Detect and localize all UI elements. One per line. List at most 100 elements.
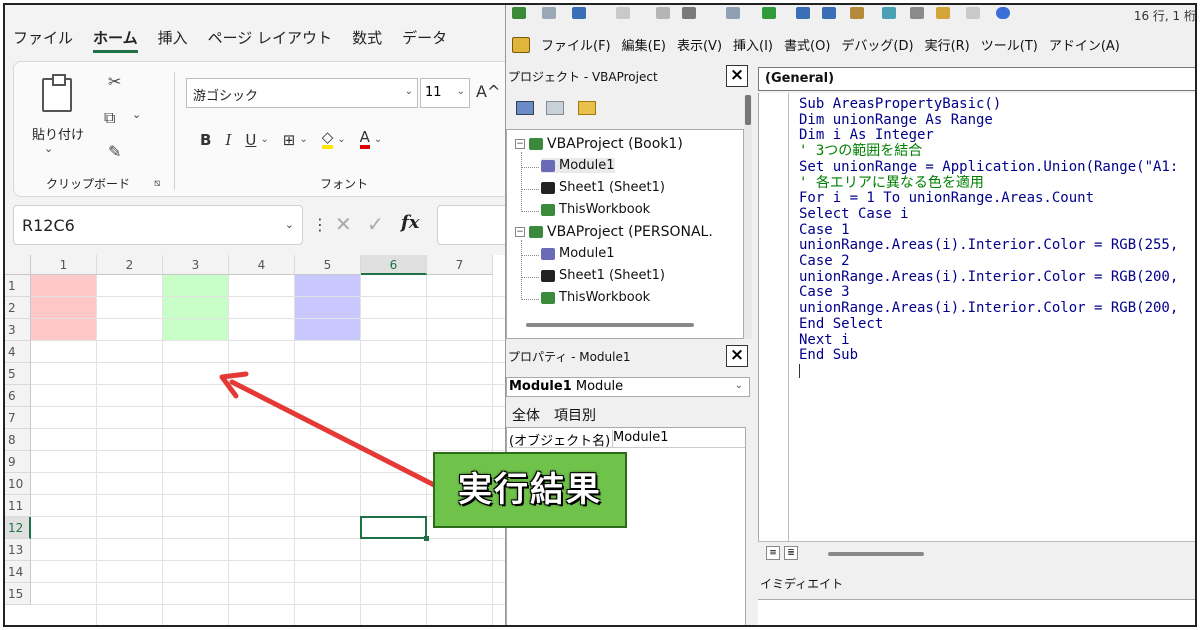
properties-icon[interactable] bbox=[910, 7, 924, 19]
code-line[interactable]: ' 各エリアに異なる色を適用 bbox=[799, 175, 1178, 192]
object-dropdown[interactable]: (General) bbox=[758, 67, 1195, 91]
borders-icon[interactable]: ⊞ bbox=[283, 131, 296, 149]
project-scrollbar[interactable] bbox=[744, 95, 752, 339]
colored-range-3[interactable] bbox=[295, 275, 361, 341]
tree-item-workbook[interactable]: ThisWorkbook bbox=[541, 290, 650, 305]
collapse-icon[interactable]: − bbox=[515, 227, 525, 237]
active-cell[interactable] bbox=[360, 516, 429, 541]
undo-icon[interactable] bbox=[726, 7, 740, 19]
tree-item-project[interactable]: − VBAProject (PERSONAL. bbox=[515, 224, 713, 240]
full-module-view-icon[interactable]: ≣ bbox=[784, 546, 798, 560]
row-header[interactable]: 2 bbox=[5, 297, 31, 319]
excel-tab-5[interactable]: データ bbox=[402, 27, 447, 53]
project-explorer-icon[interactable] bbox=[882, 7, 896, 19]
code-line[interactable]: For i = 1 To unionRange.Areas.Count bbox=[799, 191, 1178, 207]
vbe-menu-item-6[interactable]: 実行(R) bbox=[925, 35, 970, 54]
formula-input[interactable] bbox=[437, 205, 505, 245]
column-header[interactable]: 6 bbox=[361, 255, 427, 275]
font-size-dropdown[interactable]: 11 ⌄ bbox=[420, 78, 470, 108]
vbe-menu-item-4[interactable]: 書式(O) bbox=[784, 35, 830, 54]
column-header[interactable]: 2 bbox=[97, 255, 163, 275]
row-header[interactable]: 6 bbox=[5, 385, 31, 407]
colored-range-2[interactable] bbox=[163, 275, 229, 341]
vbe-menu-item-2[interactable]: 表示(V) bbox=[677, 35, 722, 54]
cut-icon[interactable] bbox=[616, 7, 630, 19]
vba-app-icon[interactable] bbox=[512, 36, 530, 53]
properties-close-button[interactable]: × bbox=[726, 345, 748, 367]
project-close-button[interactable]: × bbox=[726, 65, 748, 87]
format-painter-icon[interactable]: ✎ bbox=[108, 142, 121, 161]
fill-color-chevron-icon[interactable]: ⌄ bbox=[337, 134, 345, 145]
tree-item-module[interactable]: Module1 bbox=[541, 158, 615, 173]
view-excel-icon[interactable] bbox=[512, 7, 526, 19]
break-icon[interactable] bbox=[796, 7, 810, 19]
row-header[interactable]: 8 bbox=[5, 429, 31, 451]
view-code-icon[interactable] bbox=[516, 101, 534, 115]
code-line[interactable]: Case 3 bbox=[799, 285, 1178, 301]
underline-button[interactable]: U bbox=[245, 131, 256, 149]
row-header[interactable]: 9 bbox=[5, 451, 31, 473]
run-icon[interactable] bbox=[762, 7, 776, 19]
code-line[interactable]: Select Case i bbox=[799, 206, 1178, 223]
tree-item-project[interactable]: − VBAProject (Book1) bbox=[515, 136, 683, 152]
increase-font-size-icon[interactable]: A^ bbox=[476, 82, 500, 101]
code-line[interactable]: End Select bbox=[799, 316, 1178, 333]
code-line[interactable]: unionRange.Areas(i).Interior.Color = RGB… bbox=[799, 300, 1178, 317]
tree-item-workbook[interactable]: ThisWorkbook bbox=[541, 202, 650, 217]
fill-color-icon[interactable]: ◇ bbox=[321, 130, 334, 149]
code-line[interactable]: Next i bbox=[799, 332, 1178, 349]
paste-dropdown-chevron-icon[interactable]: ⌄ bbox=[44, 142, 53, 155]
copy-icon[interactable]: ⧉ bbox=[104, 108, 115, 128]
paste-icon[interactable] bbox=[682, 7, 696, 19]
code-line[interactable]: Sub AreasPropertyBasic() bbox=[799, 96, 1178, 113]
row-header[interactable]: 3 bbox=[5, 319, 31, 341]
property-row[interactable]: (オブジェクト名) Module1 bbox=[509, 430, 745, 449]
procedure-view-icon[interactable]: ≡ bbox=[766, 546, 780, 560]
code-hscroll-thumb[interactable] bbox=[828, 552, 924, 556]
column-header[interactable]: 4 bbox=[229, 255, 295, 275]
excel-tab-3[interactable]: ページ レイアウト bbox=[208, 27, 332, 53]
row-header[interactable]: 11 bbox=[5, 495, 31, 517]
code-line[interactable] bbox=[799, 363, 1178, 383]
name-box[interactable]: R12C6 ⌄ bbox=[13, 205, 303, 245]
code-line[interactable]: ' 3つの範囲を結合 bbox=[799, 143, 1178, 160]
row-header[interactable]: 7 bbox=[5, 407, 31, 429]
cancel-icon[interactable]: ✕ bbox=[335, 212, 352, 236]
underline-chevron-icon[interactable]: ⌄ bbox=[260, 134, 268, 145]
excel-tab-1[interactable]: ホーム bbox=[93, 27, 138, 53]
vbe-menu-item-1[interactable]: 編集(E) bbox=[622, 35, 666, 54]
select-all-corner[interactable] bbox=[5, 255, 31, 275]
column-header[interactable]: 1 bbox=[31, 255, 97, 275]
design-mode-icon[interactable] bbox=[850, 7, 864, 19]
vbe-menu-item-3[interactable]: 挿入(I) bbox=[733, 35, 773, 54]
immediate-window[interactable] bbox=[758, 599, 1195, 625]
code-window[interactable]: Sub AreasPropertyBasic() Dim unionRange A… bbox=[758, 93, 1195, 541]
column-header[interactable]: 3 bbox=[163, 255, 229, 275]
scroll-thumb[interactable] bbox=[745, 95, 751, 125]
clipboard-launcher-icon[interactable]: ⧅ bbox=[154, 178, 160, 189]
row-header[interactable]: 5 bbox=[5, 363, 31, 385]
column-header[interactable]: 7 bbox=[427, 255, 493, 275]
row-header[interactable]: 10 bbox=[5, 473, 31, 495]
paste-button-label[interactable]: 貼り付け bbox=[32, 124, 84, 143]
excel-tab-2[interactable]: 挿入 bbox=[158, 27, 188, 53]
row-header[interactable]: 1 bbox=[5, 275, 31, 297]
row-header[interactable]: 12 bbox=[5, 517, 31, 539]
borders-chevron-icon[interactable]: ⌄ bbox=[299, 134, 307, 145]
toggle-folders-icon[interactable] bbox=[578, 101, 596, 115]
enter-check-icon[interactable]: ✓ bbox=[367, 212, 384, 236]
properties-object-dropdown[interactable]: Module1 Module ⌄ bbox=[506, 377, 750, 397]
code-line[interactable]: Set unionRange = Application.Union(Range… bbox=[799, 159, 1178, 176]
italic-button[interactable]: I bbox=[225, 131, 231, 149]
vbe-menu-item-7[interactable]: ツール(T) bbox=[981, 35, 1038, 54]
excel-tab-4[interactable]: 数式 bbox=[352, 27, 382, 53]
colored-range-1[interactable] bbox=[31, 275, 97, 341]
code-text[interactable]: Sub AreasPropertyBasic() Dim unionRange A… bbox=[799, 96, 1178, 383]
code-line[interactable]: Dim i As Integer bbox=[799, 128, 1178, 144]
column-header[interactable]: 5 bbox=[295, 255, 361, 275]
font-name-dropdown[interactable]: 游ゴシック ⌄ bbox=[186, 78, 418, 108]
save-icon[interactable] bbox=[572, 7, 586, 19]
tab-categorized[interactable]: 項目別 bbox=[554, 405, 596, 425]
object-browser-icon[interactable] bbox=[936, 7, 950, 19]
vbe-menu-item-0[interactable]: ファイル(F) bbox=[541, 35, 611, 54]
